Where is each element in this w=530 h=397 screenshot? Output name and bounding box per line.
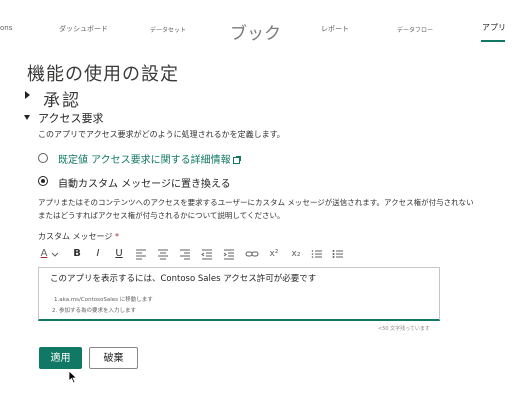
access-request-description: このアプリでアクセス要求がどのように処理されるかを定義します。 [38, 130, 285, 139]
top-navigation: ons ダッシュボード データセット ブック レポート データフロー アプリ [0, 0, 530, 50]
italic-icon[interactable]: I [92, 246, 104, 262]
decrease-indent-icon[interactable] [201, 246, 213, 262]
radio-default[interactable] [38, 153, 48, 163]
custom-message-label-text: カスタム メッセージ [38, 232, 113, 241]
external-link-icon [232, 156, 241, 164]
nav-item-reports[interactable]: レポート [321, 24, 349, 34]
align-center-icon[interactable] [157, 246, 169, 262]
character-count: <50 文字残っています [378, 326, 430, 332]
access-request-section-header[interactable]: アクセス要求 [38, 110, 103, 126]
subscript-icon[interactable]: x₂ [290, 246, 302, 262]
nav-item-apps[interactable]: アプリ [482, 22, 506, 33]
radio-custom-message[interactable] [38, 176, 48, 186]
editor-line-3: 2. 参加する為の要求を入力します [52, 308, 136, 314]
editor-line-1: このアプリを表示するには、Contoso Sales アクセス許可が必要です [50, 274, 317, 284]
nav-item-workbooks[interactable]: ブック [230, 19, 281, 44]
font-color-icon[interactable]: A [38, 246, 50, 262]
editor-line-2: 1.aka.ms/ContosoSales に移動します [54, 297, 153, 303]
option-default-link[interactable]: 既定値 アクセス要求に関する詳細情報 [58, 151, 241, 166]
custom-message-description: アプリまたはそのコンテンツへのアクセスを要求するユーザーにカスタム メッセージが… [38, 196, 530, 222]
custom-message-label: カスタム メッセージ * [38, 231, 119, 242]
collapse-chevron-icon[interactable] [24, 115, 30, 120]
option-default-label[interactable]: 既定値 アクセス要求に関する詳細情報 [58, 155, 231, 166]
custom-description-line-2: またはどうすればアクセス権が付与されるかについて説明してください。 [38, 211, 285, 220]
link-icon[interactable] [245, 246, 259, 262]
custom-description-line-1: アプリまたはそのコンテンツへのアクセスを要求するユーザーにカスタム メッセージが… [38, 198, 474, 207]
bulleted-list-icon[interactable] [332, 246, 344, 262]
mouse-cursor-icon [68, 369, 78, 388]
numbered-list-icon[interactable] [311, 246, 323, 262]
align-right-icon[interactable] [179, 246, 191, 262]
discard-button[interactable]: 破棄 [89, 347, 138, 369]
nav-item-datasets[interactable]: データセット [150, 25, 186, 34]
page-title: 機能の使用の設定 [27, 64, 179, 85]
bold-icon[interactable]: B [71, 246, 83, 262]
apply-button[interactable]: 適用 [39, 347, 82, 369]
custom-message-editor[interactable]: このアプリを表示するには、Contoso Sales アクセス許可が必要です 1… [38, 267, 440, 321]
approval-section-header[interactable]: 承認 [43, 86, 81, 111]
option-custom-message-label[interactable]: 自動カスタム メッセージに置き換える [58, 175, 231, 190]
expand-chevron-icon[interactable] [25, 91, 30, 99]
nav-item-truncated[interactable]: ons [0, 24, 12, 32]
font-color-dropdown-icon[interactable] [51, 246, 59, 262]
superscript-icon[interactable]: x² [268, 246, 280, 262]
active-tab-indicator [481, 40, 505, 42]
nav-item-dashboards[interactable]: ダッシュボード [59, 24, 108, 34]
underline-icon[interactable]: U [113, 246, 125, 262]
increase-indent-icon[interactable] [223, 246, 235, 262]
align-left-icon[interactable] [135, 246, 147, 262]
nav-item-dataflows[interactable]: データフロー [397, 25, 433, 34]
required-asterisk: * [114, 232, 119, 241]
